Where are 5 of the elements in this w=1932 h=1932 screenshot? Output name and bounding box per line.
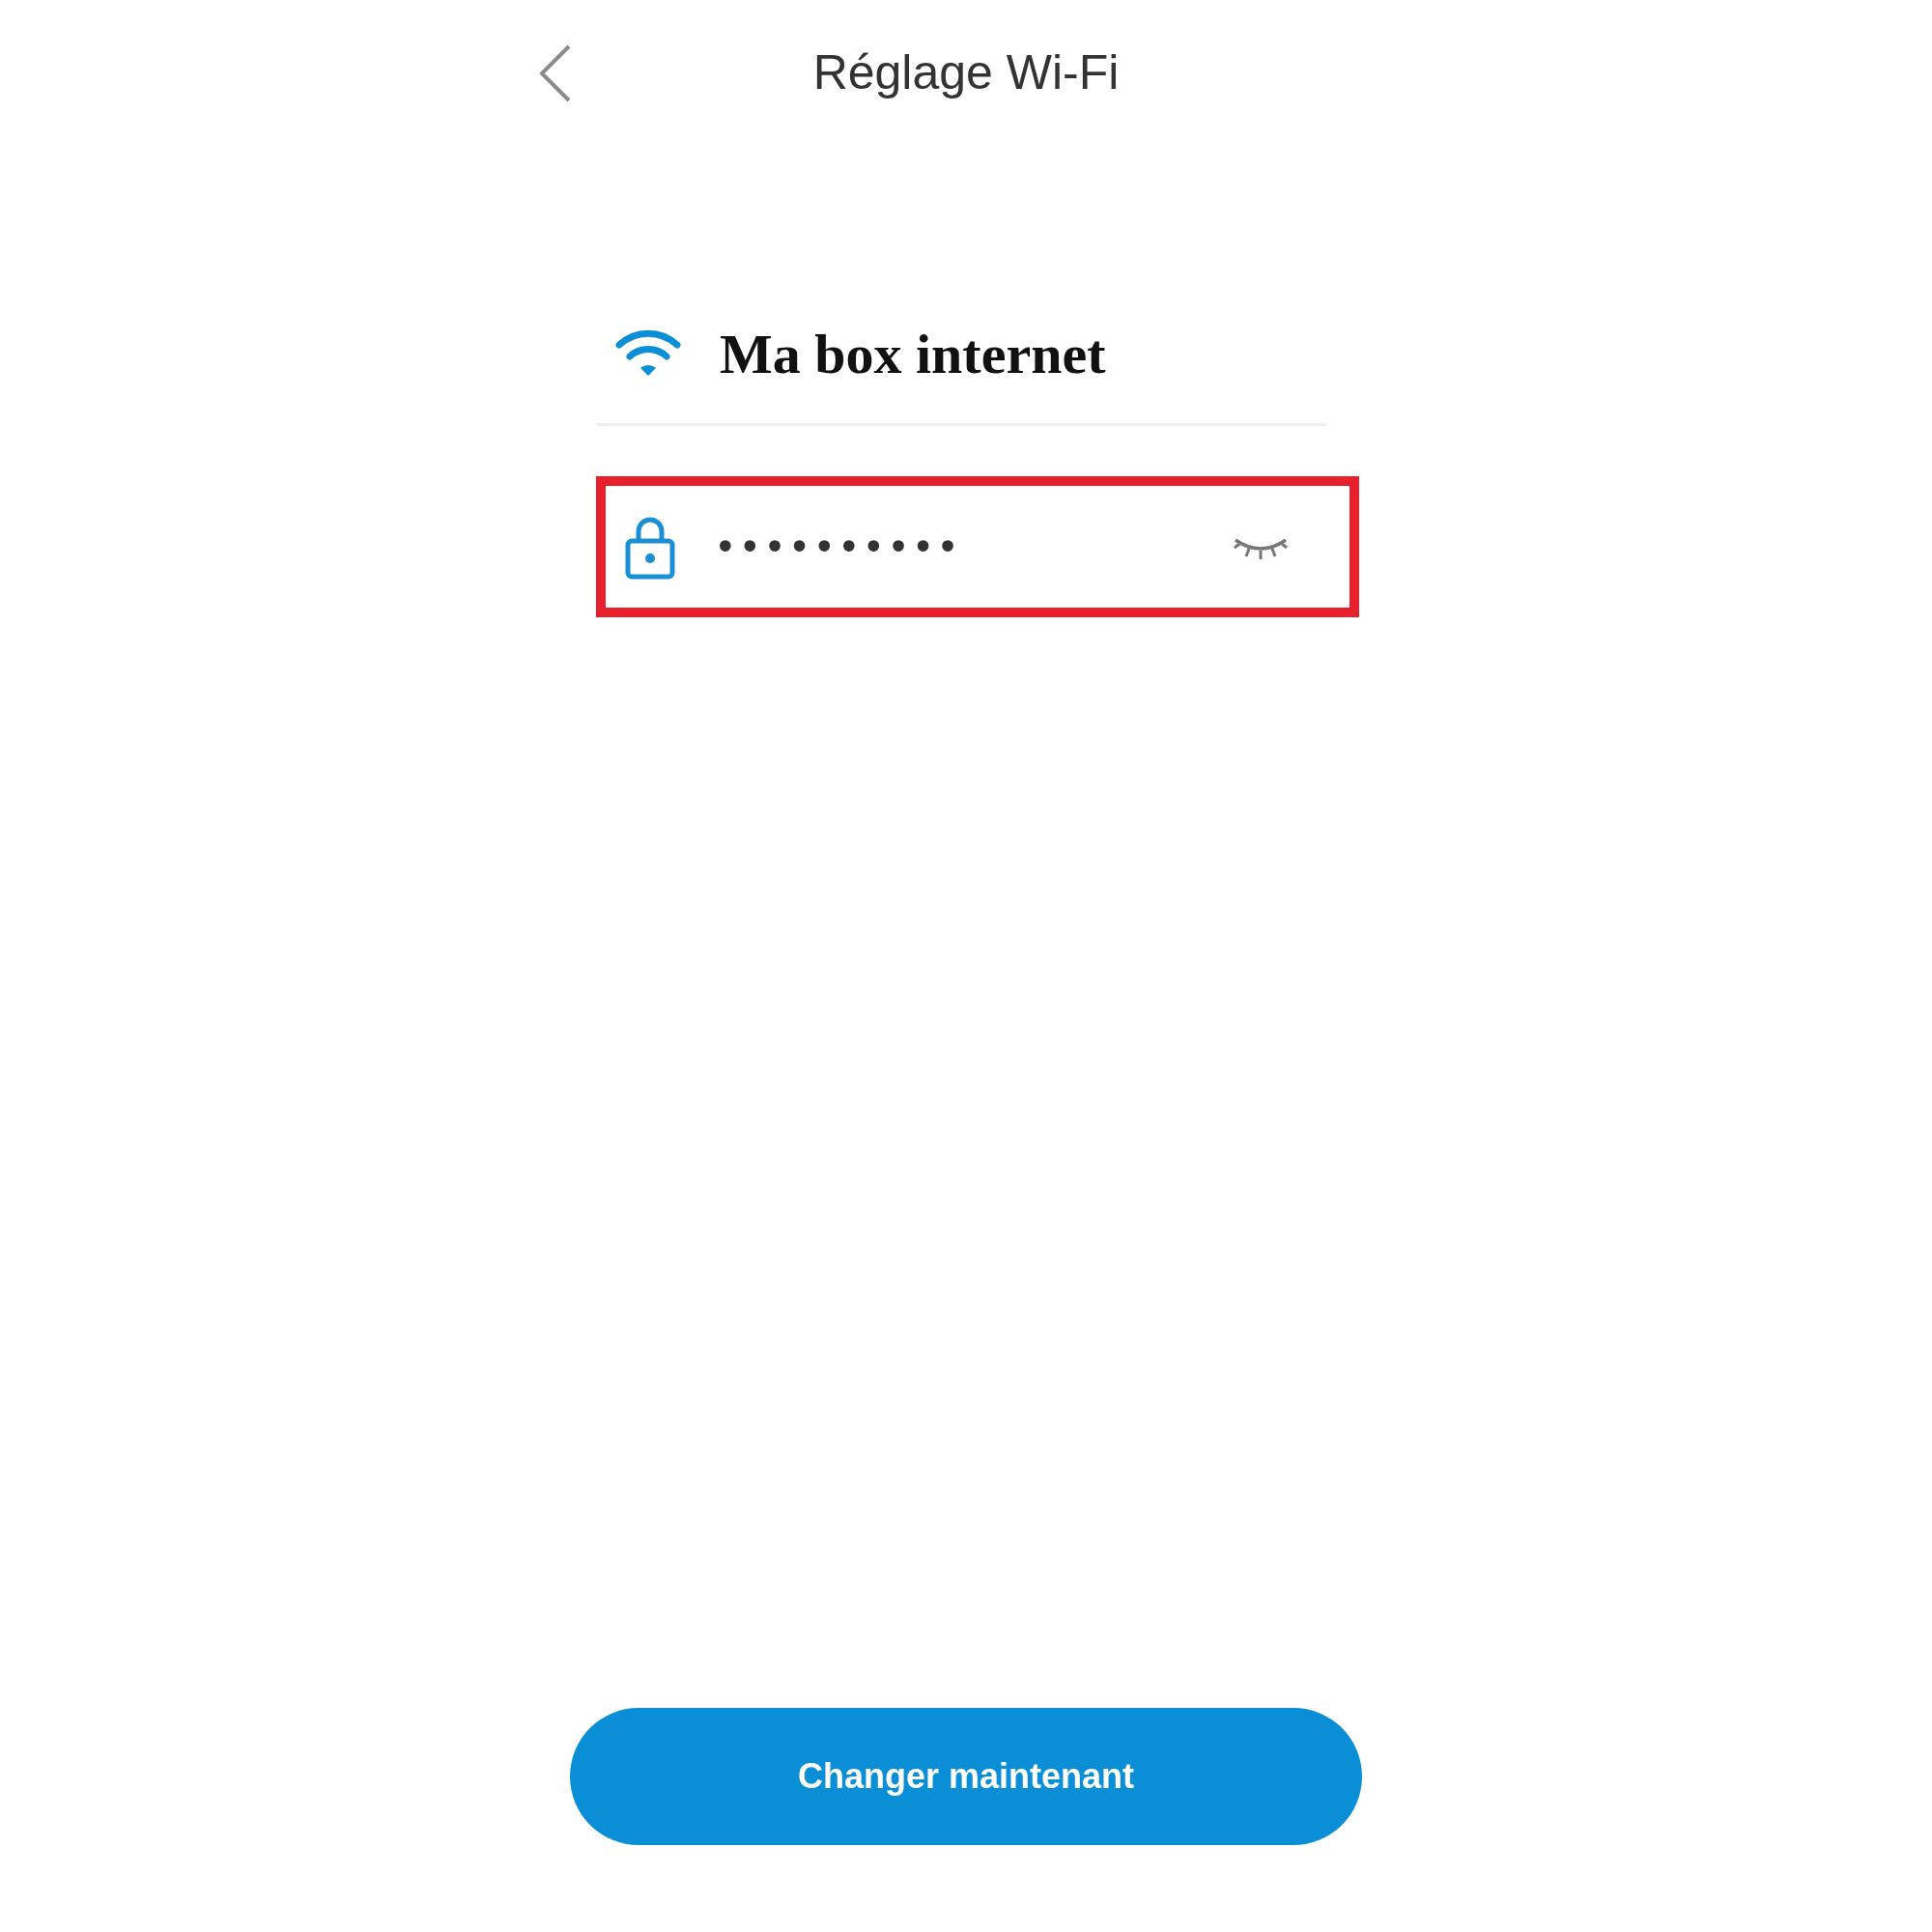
password-value: ••••••••••	[714, 524, 962, 571]
network-name: Ma box internet	[720, 322, 1106, 386]
screen-title: Réglage Wi-Fi	[812, 44, 1120, 100]
change-now-button[interactable]: Changer maintenant	[570, 1708, 1362, 1845]
password-field[interactable]: ••••••••••	[596, 476, 1359, 617]
